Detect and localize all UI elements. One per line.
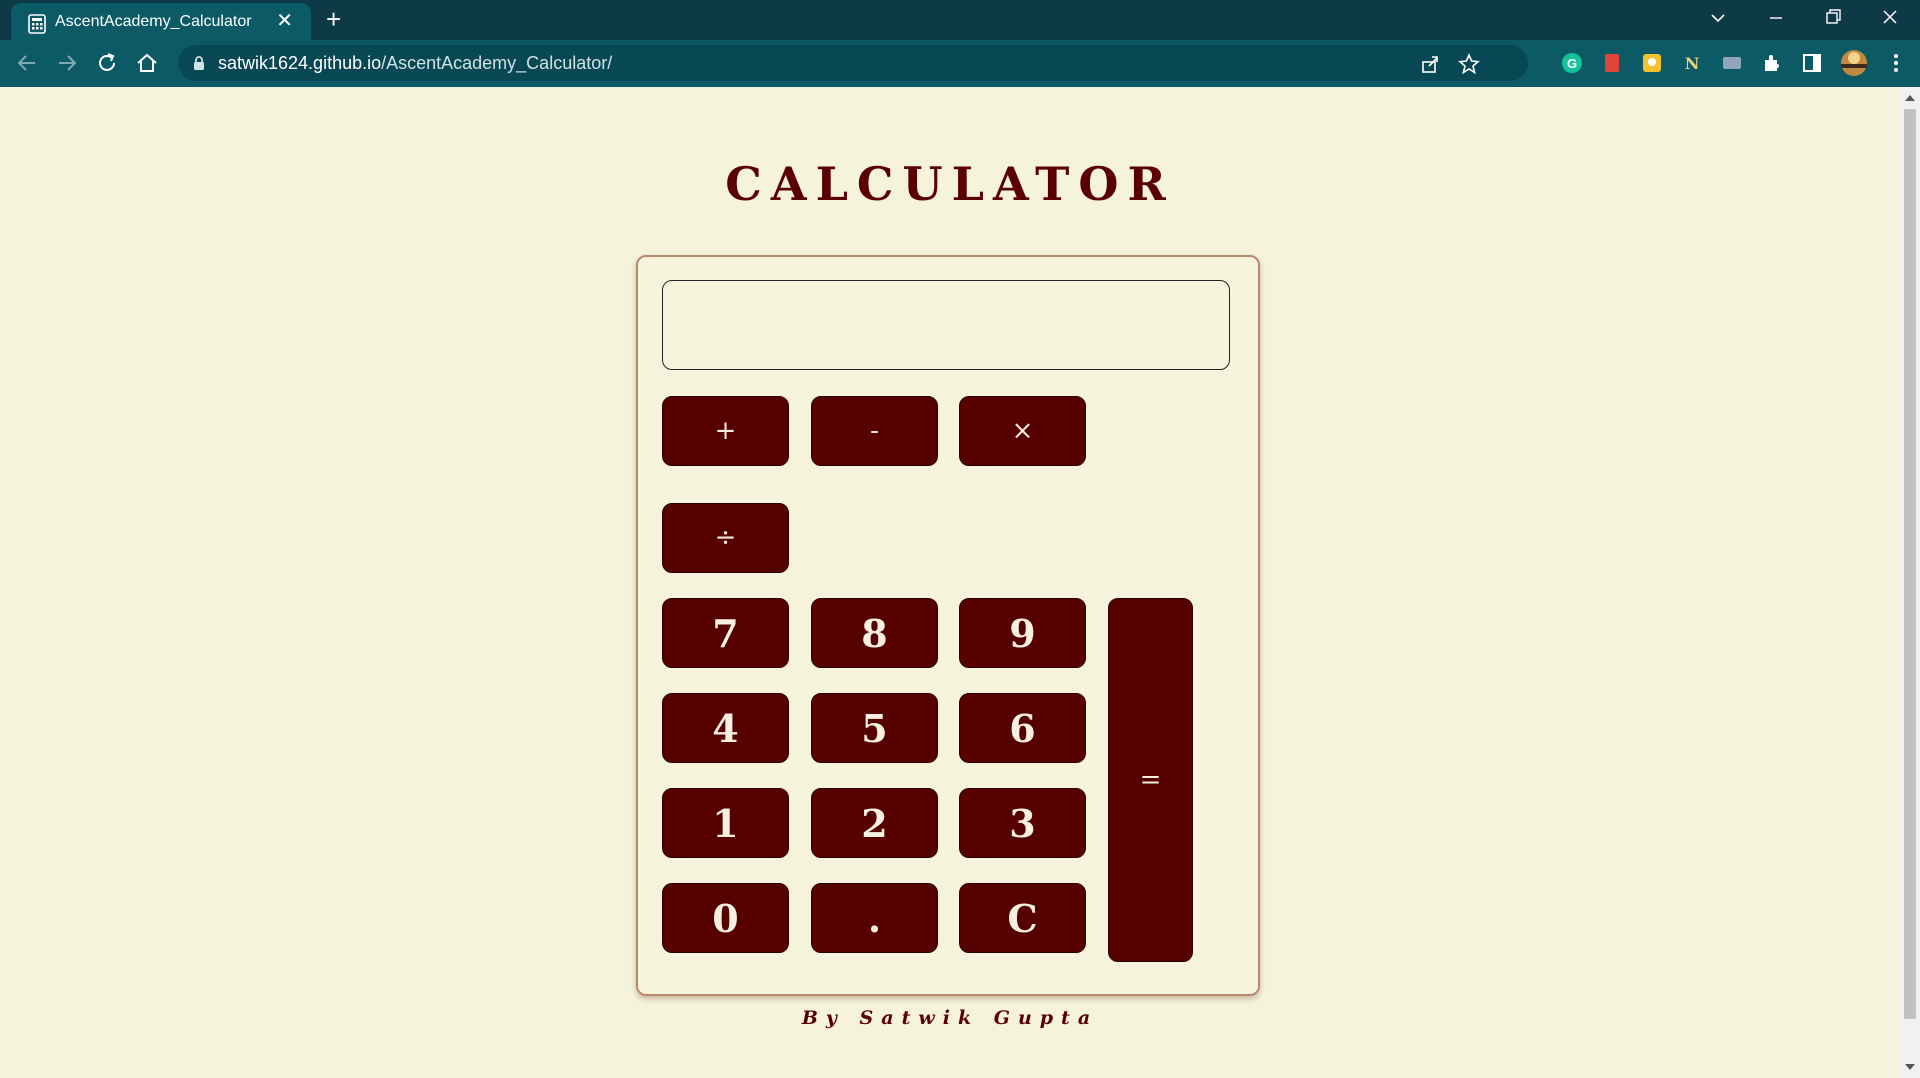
clear-button[interactable]: C [959,883,1086,953]
red-bookmark-extension-icon[interactable] [1600,51,1624,75]
minimize-icon[interactable] [1768,10,1784,26]
calculator-display[interactable] [662,280,1230,370]
tab-search-chevron-icon[interactable] [1710,10,1726,26]
eight-button[interactable]: 8 [811,598,938,668]
card-extension-icon[interactable] [1720,51,1744,75]
svg-text:N: N [1685,54,1700,73]
scroll-down-arrow-icon[interactable] [1905,1064,1915,1070]
three-button[interactable]: 3 [959,788,1086,858]
seven-button[interactable]: 7 [662,598,789,668]
zero-button[interactable]: 0 [662,883,789,953]
side-panel-icon[interactable] [1800,51,1824,75]
back-arrow-icon[interactable] [14,50,40,76]
scroll-up-arrow-icon[interactable] [1905,95,1915,101]
five-button[interactable]: 5 [811,693,938,763]
browser-tab[interactable]: AscentAcademy_Calculator ✕ [11,3,311,40]
one-button[interactable]: 1 [662,788,789,858]
forward-arrow-icon[interactable] [54,50,80,76]
lock-icon[interactable] [192,55,206,71]
scroll-thumb[interactable] [1904,109,1916,1019]
two-button[interactable]: 2 [811,788,938,858]
tab-title: AscentAcademy_Calculator [55,13,252,30]
new-tab-button[interactable]: + [326,6,341,32]
url-text[interactable]: satwik1624.github.io/AscentAcademy_Calcu… [218,53,612,74]
six-button[interactable]: 6 [959,693,1086,763]
add-button[interactable]: + [662,396,789,466]
grammarly-extension-icon[interactable]: G [1560,51,1584,75]
page-title: CALCULATOR [725,157,1175,211]
address-bar[interactable]: satwik1624.github.io/AscentAcademy_Calcu… [178,45,1528,81]
yellow-note-extension-icon[interactable] [1640,51,1664,75]
extensions-puzzle-icon[interactable] [1760,51,1784,75]
bookmark-star-icon[interactable] [1458,53,1480,75]
decimal-button[interactable]: . [811,883,938,953]
reload-icon[interactable] [94,50,120,76]
restore-icon[interactable] [1825,9,1841,25]
calculator-favicon-icon [28,14,46,34]
url-path: /AscentAcademy_Calculator/ [381,53,613,73]
menu-kebab-icon[interactable] [1884,51,1908,75]
home-icon[interactable] [134,50,160,76]
divide-button[interactable]: ÷ [662,503,789,573]
nine-button[interactable]: 9 [959,598,1086,668]
close-window-icon[interactable] [1882,9,1898,25]
vertical-scrollbar[interactable] [1900,87,1920,1078]
author-credit: By Satwik Gupta [801,1007,1099,1029]
share-icon[interactable] [1420,54,1440,74]
notion-extension-icon[interactable]: N [1680,51,1704,75]
svg-text:G: G [1567,56,1577,71]
browser-toolbar: satwik1624.github.io/AscentAcademy_Calcu… [0,40,1920,87]
multiply-button[interactable]: × [959,396,1086,466]
subtract-button[interactable]: - [811,396,938,466]
four-button[interactable]: 4 [662,693,789,763]
page-content: CALCULATOR + - × ÷ 7 8 9 4 5 6 1 2 3 0 .… [0,87,1900,1078]
profile-avatar[interactable] [1840,49,1868,77]
browser-tab-bar: AscentAcademy_Calculator ✕ + [0,0,1920,40]
tab-close-icon[interactable]: ✕ [276,11,293,31]
url-host: satwik1624.github.io [218,53,382,73]
equals-button[interactable]: = [1108,598,1193,962]
